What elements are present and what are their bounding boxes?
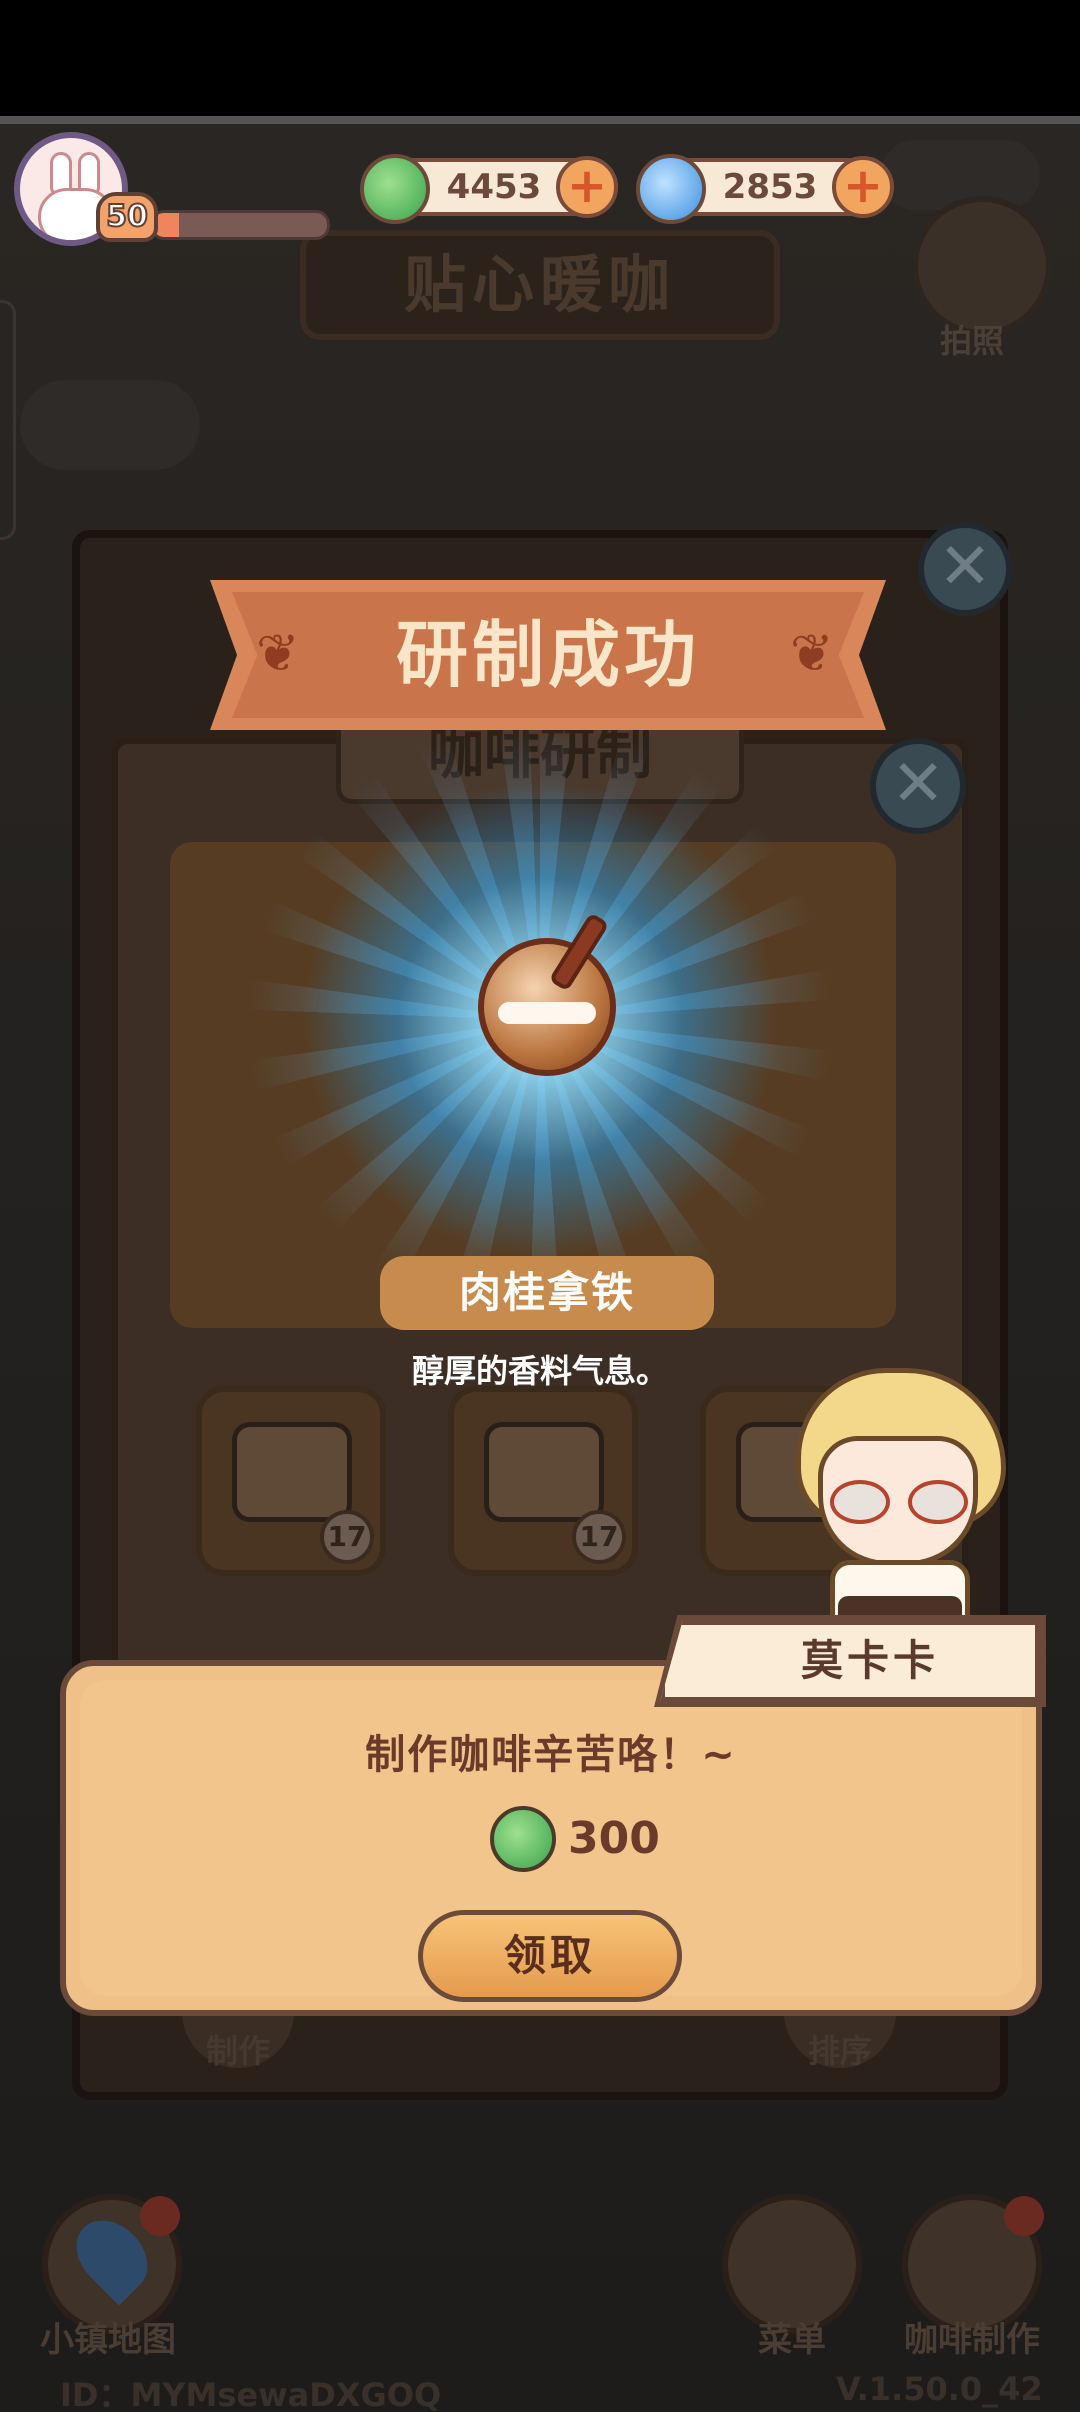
banner-title: 研制成功 (395, 613, 700, 697)
leaf-coin-icon (490, 1806, 556, 1872)
level-badge: 50 (96, 192, 158, 242)
ingredient-count: 17 (572, 1510, 626, 1564)
menu-label: 菜单 (758, 2320, 826, 2360)
reward-amount: 300 (568, 1813, 660, 1864)
latte-foam (498, 1002, 596, 1024)
sort-label: 排序 (808, 2032, 873, 2070)
outer-close-button[interactable]: ✕ (918, 522, 1012, 616)
side-drawer-tab[interactable] (0, 300, 16, 540)
make-label: 制作 (206, 2032, 271, 2070)
leaf-currency-display: 4453 + (360, 154, 618, 224)
claim-button[interactable]: 领取 (418, 1910, 682, 2002)
status-bar-divider (0, 116, 1080, 124)
leaf-coin-icon (360, 154, 430, 224)
camera-label: 拍照 (940, 322, 1005, 360)
add-leaf-currency-button[interactable]: + (556, 156, 618, 218)
notification-dot (140, 2196, 180, 2236)
close-button[interactable]: ✕ (870, 738, 966, 834)
camera-icon[interactable] (912, 196, 1052, 336)
ingredient-slot[interactable]: 17 (448, 1386, 638, 1576)
status-bar (0, 0, 1080, 116)
coffee-making-label: 咖啡制作 (904, 2320, 1040, 2360)
ingredient-slot[interactable]: 17 (196, 1386, 386, 1576)
leaf-currency-amount: 4453 (446, 167, 542, 207)
success-banner: ❦ ❦ 研制成功 (210, 580, 886, 730)
ingredient-count: 17 (320, 1510, 374, 1564)
notification-dot (1004, 2196, 1044, 2236)
town-map-label: 小镇地图 (40, 2320, 176, 2360)
dialog-message: 制作咖啡辛苦咯！~ (365, 1732, 737, 1778)
sugar-packet-icon (484, 1422, 604, 1522)
coffee-cups-icon (232, 1422, 352, 1522)
add-swirl-currency-button[interactable]: + (832, 156, 894, 218)
swirl-currency-amount: 2853 (722, 167, 818, 207)
bg-cloud (20, 380, 200, 470)
glasses-icon (824, 1480, 974, 1524)
item-name-label: 肉桂拿铁 (380, 1256, 714, 1330)
shop-title-sign: 贴心暖咖 (300, 230, 780, 340)
player-id: ID：MYMsewaDXGOQ (60, 2376, 442, 2412)
swirl-gem-icon (636, 154, 706, 224)
swirl-currency-display: 2853 + (636, 154, 894, 224)
speaker-name: 莫卡卡 (800, 1636, 939, 1685)
app-version: V.1.50.0_42 (836, 2370, 1043, 2408)
xp-progress-bar (150, 210, 330, 240)
